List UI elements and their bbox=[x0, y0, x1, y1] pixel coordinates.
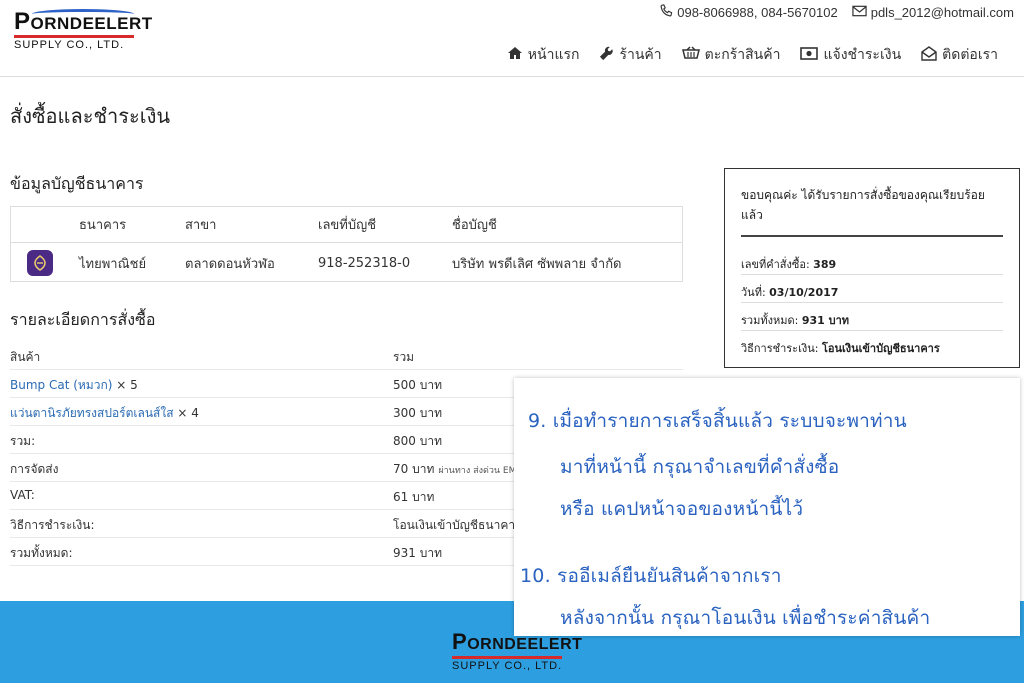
payment-method-value: โอนเงินเข้าบัญชีธนาคาร bbox=[393, 518, 522, 532]
main-nav: หน้าแรก ร้านค้า ตะกร้าสินค้า แจ้งชำระเงิ… bbox=[507, 44, 998, 66]
subtotal-value: 800 บาท bbox=[393, 434, 442, 448]
instruction-step-9-line-3: หรือ แคปหน้าจอของหน้านี้ไว้ bbox=[560, 498, 804, 520]
order-header-product: สินค้า bbox=[10, 350, 41, 364]
order-row-header: สินค้า รวม bbox=[10, 342, 683, 370]
summary-order-number-value: 389 bbox=[813, 258, 837, 271]
nav-cart[interactable]: ตะกร้าสินค้า bbox=[681, 44, 781, 66]
nav-contact-label: ติดต่อเรา bbox=[942, 47, 998, 63]
contact-phone: 098-8066988, 084-5670102 bbox=[659, 4, 838, 21]
payment-method-label: วิธีการชำระเงิน: bbox=[10, 518, 95, 532]
grand-total-label: รวมทั้งหมด: bbox=[10, 546, 73, 560]
bank-branch: ตลาดดอนหัวฬ่อ bbox=[185, 256, 275, 272]
bank-header-account-no: เลขที่บัญชี bbox=[318, 218, 377, 233]
summary-divider bbox=[741, 235, 1003, 237]
product-price: 300 บาท bbox=[393, 406, 442, 420]
footer-logo: PORNDEELERT SUPPLY CO., LTD. bbox=[452, 631, 582, 672]
summary-order-number: เลขที่คำสั่งซื้อ: 389 bbox=[741, 247, 1003, 275]
instruction-step-10-line-2: หลังจากนั้น กรุณาโอนเงิน เพื่อชำระค่าสิน… bbox=[560, 607, 931, 629]
nav-shop-label: ร้านค้า bbox=[619, 47, 662, 63]
footer-logo-underline bbox=[452, 656, 562, 659]
nav-shop[interactable]: ร้านค้า bbox=[599, 44, 662, 66]
nav-cart-label: ตะกร้าสินค้า bbox=[704, 47, 781, 63]
nav-home-label: หน้าแรก bbox=[527, 47, 580, 63]
bank-section-title: ข้อมูลบัญชีธนาคาร bbox=[10, 174, 144, 193]
vat-label: VAT: bbox=[10, 488, 35, 502]
nav-payment-label: แจ้งชำระเงิน bbox=[823, 47, 902, 63]
logo-subtitle: SUPPLY CO., LTD. bbox=[14, 39, 125, 51]
subtotal-label: รวม: bbox=[10, 434, 36, 448]
envelope-open-icon bbox=[921, 45, 937, 65]
product-link-safety-glasses[interactable]: แว่นตานิรภัยทรงสปอร์ตเลนส์ใส bbox=[10, 406, 174, 420]
wrench-icon bbox=[599, 46, 614, 65]
nav-home[interactable]: หน้าแรก bbox=[507, 44, 580, 66]
vat-value: 61 บาท bbox=[393, 490, 435, 504]
shipping-value: 70 บาท bbox=[393, 462, 435, 476]
summary-total-label: รวมทั้งหมด: bbox=[741, 314, 799, 327]
thank-you-message: ขอบคุณค่ะ ได้รับรายการสั่งซื้อของคุณเรีย… bbox=[741, 188, 985, 222]
logo-underline bbox=[14, 35, 134, 38]
nav-payment[interactable]: แจ้งชำระเงิน bbox=[800, 44, 901, 66]
company-logo[interactable]: PORNDEELERT SUPPLY CO., LTD. bbox=[14, 8, 153, 51]
order-header-total: รวม bbox=[393, 350, 415, 364]
instruction-step-9-line-2: มาที่หน้านี้ กรุณาจำเลขที่คำสั่งซื้อ bbox=[560, 456, 840, 478]
phone-icon bbox=[659, 4, 673, 21]
bank-header-account-name: ชื่อบัญชี bbox=[452, 218, 497, 233]
summary-payment-value: โอนเงินเข้าบัญชีธนาคาร bbox=[821, 342, 940, 355]
bank-account-name: บริษัท พรดีเลิศ ซัพพลาย จำกัด bbox=[452, 256, 622, 272]
envelope-icon bbox=[852, 5, 867, 20]
summary-total: รวมทั้งหมด: 931 บาท bbox=[741, 303, 1003, 331]
nav-contact[interactable]: ติดต่อเรา bbox=[921, 44, 998, 66]
bank-name: ไทยพาณิชย์ bbox=[79, 256, 147, 272]
summary-total-value: 931 บาท bbox=[801, 314, 850, 327]
summary-date-label: วันที่: bbox=[741, 286, 766, 299]
cart-icon bbox=[681, 45, 700, 65]
product-qty: × 5 bbox=[112, 378, 138, 392]
logo-title: PORNDEELERT bbox=[14, 8, 153, 35]
bank-header-bank: ธนาคาร bbox=[79, 218, 127, 233]
scb-bank-icon bbox=[27, 250, 53, 276]
money-icon bbox=[800, 46, 819, 64]
summary-date: วันที่: 03/10/2017 bbox=[741, 275, 1003, 303]
page-title: สั่งซื้อและชำระเงิน bbox=[10, 104, 171, 128]
summary-order-number-label: เลขที่คำสั่งซื้อ: bbox=[741, 258, 810, 271]
instruction-step-9-line-1: 9. เมื่อทำรายการเสร็จสิ้นแล้ว ระบบจะพาท่… bbox=[528, 410, 907, 432]
footer-logo-subtitle: SUPPLY CO., LTD. bbox=[452, 660, 563, 672]
summary-payment-method: วิธีการชำระเงิน: โอนเงินเข้าบัญชีธนาคาร bbox=[741, 331, 1003, 359]
product-link-bump-cat[interactable]: Bump Cat (หมวก) bbox=[10, 378, 112, 392]
grand-total-value: 931 บาท bbox=[393, 546, 442, 560]
summary-date-value: 03/10/2017 bbox=[769, 286, 839, 299]
contact-bar: 098-8066988, 084-5670102 pdls_2012@hotma… bbox=[659, 4, 1014, 21]
bank-table-header: ธนาคาร สาขา เลขที่บัญชี ชื่อบัญชี bbox=[11, 207, 682, 243]
header-divider bbox=[0, 76, 1024, 77]
order-section-title: รายละเอียดการสั่งซื้อ bbox=[10, 310, 156, 329]
contact-email[interactable]: pdls_2012@hotmail.com bbox=[852, 4, 1014, 21]
summary-payment-label: วิธีการชำระเงิน: bbox=[741, 342, 819, 355]
shipping-label: การจัดส่ง bbox=[10, 462, 59, 476]
home-icon bbox=[507, 46, 523, 64]
order-received-box: ขอบคุณค่ะ ได้รับรายการสั่งซื้อของคุณเรีย… bbox=[724, 168, 1020, 368]
shipping-note: ผ่านทาง ส่งด่วน EMS bbox=[438, 466, 523, 476]
product-qty: × 4 bbox=[173, 406, 199, 420]
bank-account-no: 918-252318-0 bbox=[318, 255, 411, 271]
contact-email-text: pdls_2012@hotmail.com bbox=[870, 5, 1014, 20]
instruction-callout: 9. เมื่อทำรายการเสร็จสิ้นแล้ว ระบบจะพาท่… bbox=[514, 378, 1020, 636]
bank-table: ธนาคาร สาขา เลขที่บัญชี ชื่อบัญชี ไทยพาณ… bbox=[10, 206, 683, 282]
product-price: 500 บาท bbox=[393, 378, 442, 392]
bank-header-branch: สาขา bbox=[185, 218, 217, 233]
contact-phone-text: 098-8066988, 084-5670102 bbox=[677, 5, 838, 20]
bank-table-row: ไทยพาณิชย์ ตลาดดอนหัวฬ่อ 918-252318-0 บร… bbox=[11, 243, 682, 283]
instruction-step-10-line-1: 10. รออีเมล์ยืนยันสินค้าจากเรา bbox=[520, 565, 782, 587]
